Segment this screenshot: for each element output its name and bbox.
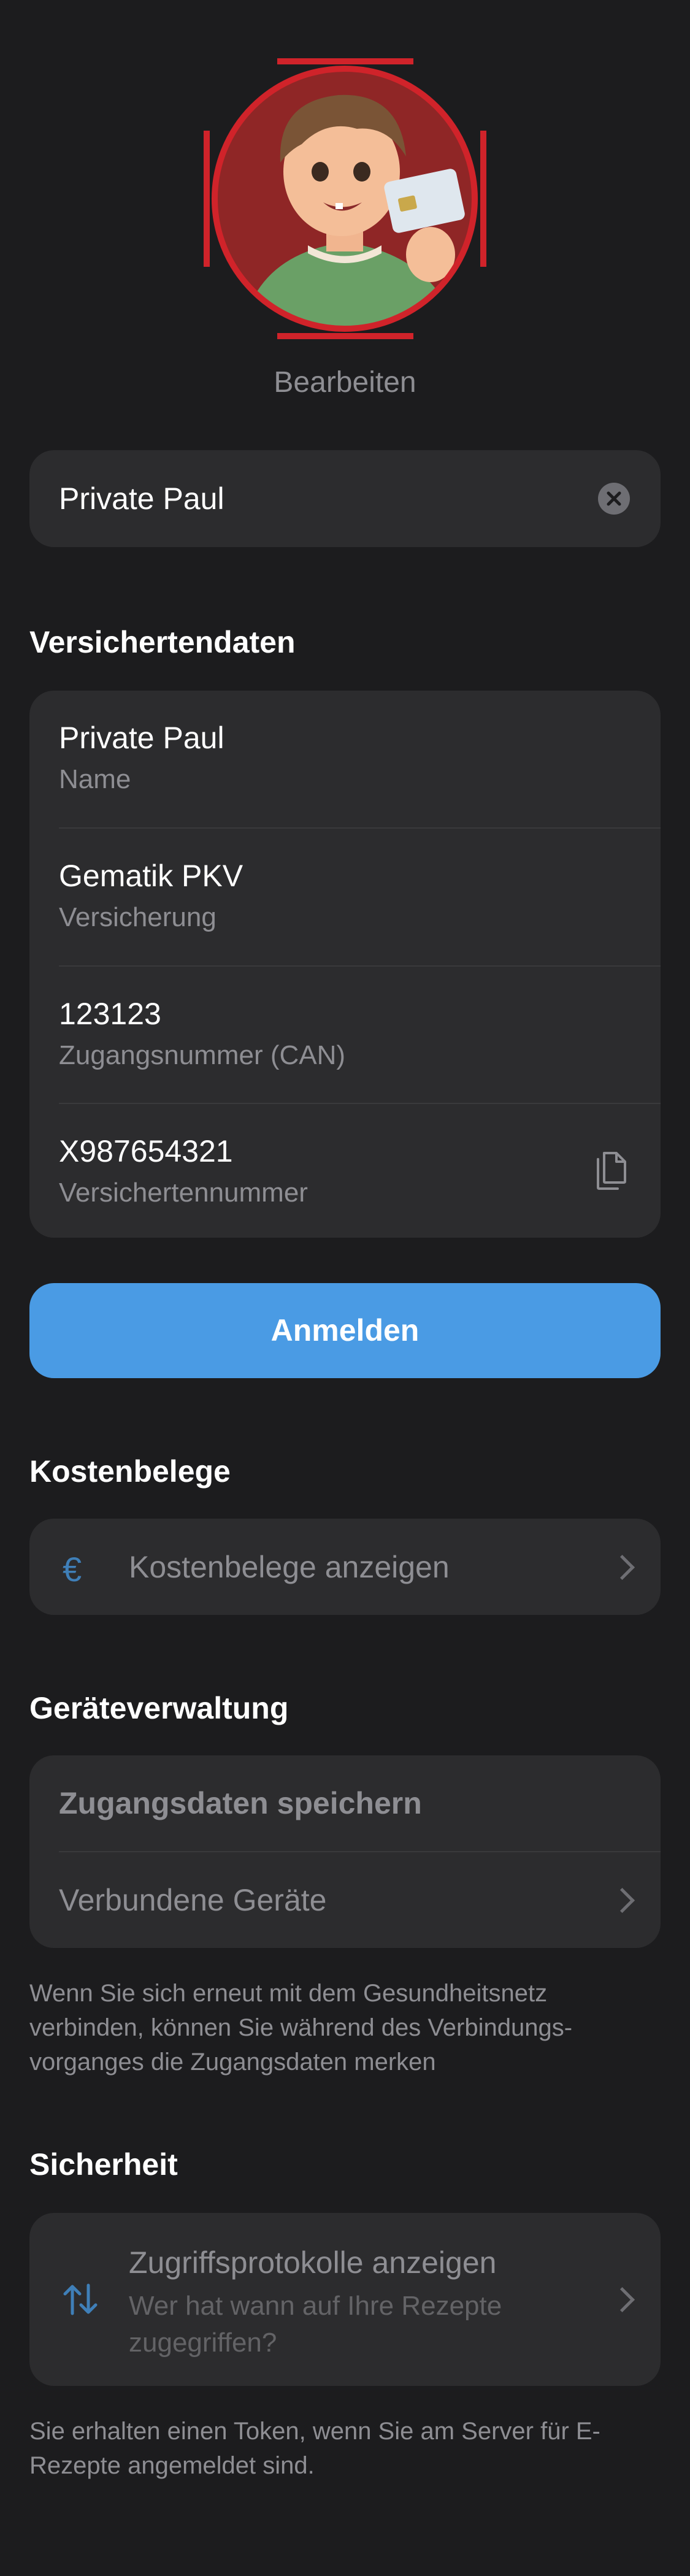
security-footnote: Sie erhalten einen Token, wenn Sie am Se…	[29, 2418, 600, 2479]
connected-devices-label[interactable]: Verbundene Geräte	[59, 1882, 326, 1918]
clear-circle-icon[interactable]	[598, 483, 630, 515]
chevron-right-icon	[609, 1887, 635, 1914]
access-log-subtitle: Wer hat wann auf Ihre Rezepte zugegriffe…	[129, 2291, 502, 2358]
can-label: Zugangsnummer (CAN)	[59, 1040, 346, 1070]
arrows-up-down-icon	[60, 2282, 101, 2317]
devices-footnote: Wenn Sie sich erneut mit dem Gesundheits…	[29, 1980, 573, 2076]
access-log-card[interactable]: Zugriffsprotokolle anzeigen Wer hat wann…	[29, 2213, 661, 2386]
profile-name-value[interactable]: Private Paul	[59, 481, 224, 516]
profile-avatar[interactable]	[204, 58, 486, 339]
profile-avatar-illustration	[204, 58, 486, 339]
devices-card: Zugangsdaten speichern Verbundene Geräte	[29, 1755, 661, 1948]
can-value: 123123	[59, 997, 161, 1031]
insurance-row: Gematik PKV Versicherung	[29, 829, 661, 965]
edit-avatar-link[interactable]: Bearbeiten	[0, 366, 690, 399]
insured-name-label: Name	[59, 764, 131, 794]
login-button[interactable]: Anmelden	[29, 1283, 661, 1378]
insured-data-card: Private Paul Name Gematik PKV Versicheru…	[29, 691, 661, 1238]
can-row: 123123 Zugangsnummer (CAN)	[29, 967, 661, 1103]
insurance-label: Versicherung	[59, 902, 217, 932]
save-credentials-row[interactable]: Zugangsdaten speichern	[29, 1755, 661, 1851]
copy-icon[interactable]	[593, 1151, 630, 1191]
security-title: Sicherheit	[29, 2147, 178, 2182]
access-log-title[interactable]: Zugriffsprotokolle anzeigen	[129, 2245, 496, 2280]
receipts-card[interactable]: € Kostenbelege anzeigen	[29, 1519, 661, 1615]
insurance-number-row: X987654321 Versichertennummer	[29, 1104, 661, 1238]
devices-title: Geräteverwaltung	[29, 1691, 289, 1725]
receipts-item-label[interactable]: Kostenbelege anzeigen	[129, 1549, 450, 1585]
insurance-number-label: Versichertennummer	[59, 1178, 308, 1208]
connected-devices-row[interactable]: Verbundene Geräte	[29, 1852, 661, 1948]
chevron-right-icon	[609, 2287, 635, 2313]
insured-data-title: Versichertendaten	[29, 625, 296, 659]
euro-icon: €	[63, 1550, 82, 1589]
profile-name-input[interactable]: Private Paul	[29, 450, 661, 547]
save-credentials-label[interactable]: Zugangsdaten speichern	[59, 1785, 422, 1821]
insured-name-value: Private Paul	[59, 721, 224, 755]
receipts-title: Kostenbelege	[29, 1454, 231, 1489]
insurance-number-value: X987654321	[59, 1134, 233, 1168]
chevron-right-icon	[609, 1554, 635, 1580]
insured-name-row: Private Paul Name	[29, 691, 661, 827]
insurance-value: Gematik PKV	[59, 859, 243, 893]
